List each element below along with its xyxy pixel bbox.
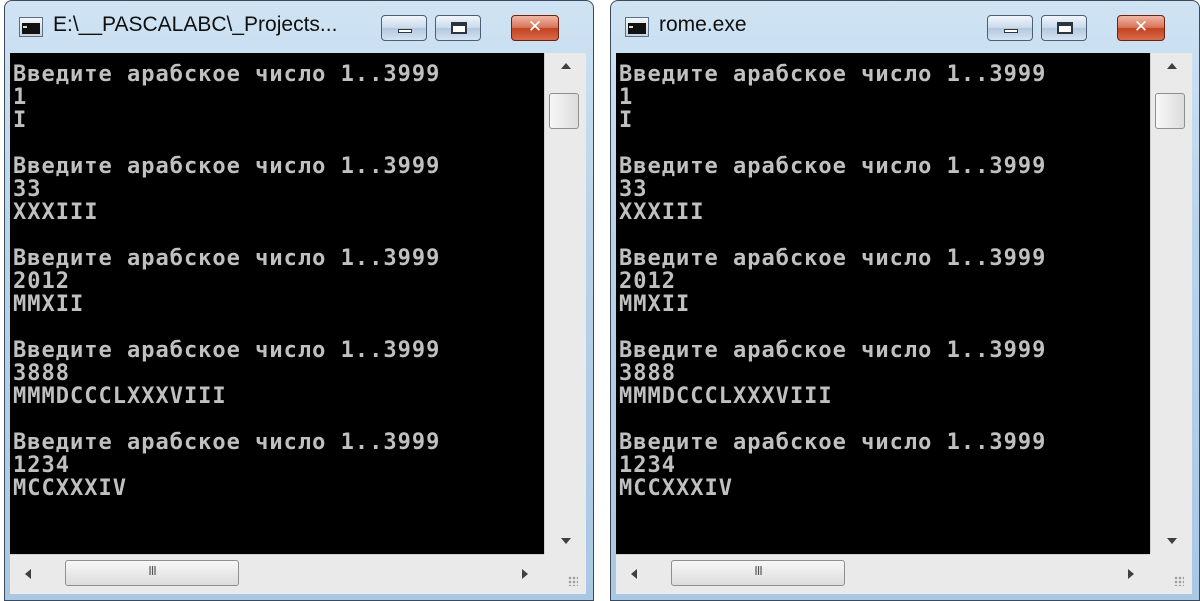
console-window-left: E:\__PASCALABC\_Projects... ✕ Введите ар… — [4, 0, 594, 601]
scroll-right-icon[interactable] — [504, 555, 544, 593]
console-line: MMXII — [619, 292, 691, 317]
grip-icon: III — [754, 564, 763, 578]
vertical-scrollbar[interactable] — [544, 53, 586, 554]
vertical-scrollbar[interactable] — [1150, 53, 1192, 554]
minimize-button[interactable] — [381, 15, 427, 41]
resize-grip-icon[interactable] — [544, 554, 586, 594]
console-line: 3888 — [619, 361, 676, 386]
console-line: Введите арабское число 1..3999 — [619, 154, 1047, 179]
horizontal-scroll-thumb[interactable]: III — [65, 560, 239, 586]
console-line: Введите арабское число 1..3999 — [13, 430, 441, 455]
console-line: 1 — [619, 85, 634, 110]
console-line: XXXIII — [13, 200, 99, 225]
scroll-down-icon[interactable] — [1151, 528, 1193, 554]
console-line: Введите арабское число 1..3999 — [13, 62, 441, 87]
console-line: Введите арабское число 1..3999 — [13, 246, 441, 271]
console-line: XXXIII — [619, 200, 705, 225]
maximize-icon — [451, 22, 467, 34]
vertical-scroll-thumb[interactable] — [1155, 93, 1185, 129]
console-line: 1234 — [13, 453, 70, 478]
horizontal-scrollbar[interactable]: III — [616, 554, 1150, 594]
console-line: MMXII — [13, 292, 85, 317]
maximize-icon — [1057, 22, 1073, 34]
scroll-left-icon[interactable] — [616, 555, 656, 593]
console-window-right: rome.exe ✕ Введите арабское число 1..399… — [610, 0, 1200, 601]
close-icon: ✕ — [527, 17, 543, 37]
console-line: MMMDCCCLXXXVIII — [619, 384, 833, 409]
close-button[interactable]: ✕ — [511, 15, 559, 41]
console-line: 2012 — [619, 269, 676, 294]
console-line: Введите арабское число 1..3999 — [619, 246, 1047, 271]
window-title: E:\__PASCALABC\_Projects... — [53, 13, 338, 36]
title-bar[interactable]: rome.exe ✕ — [611, 1, 1199, 53]
minimize-button[interactable] — [987, 15, 1033, 41]
console-line: MCCXXXIV — [619, 476, 733, 501]
console-output[interactable]: Введите арабское число 1..3999 1 I Введите … — [10, 53, 544, 554]
console-lines: Введите арабское число 1..3999 1 I Введите … — [616, 53, 1150, 500]
scroll-up-icon[interactable] — [545, 53, 587, 79]
horizontal-scroll-thumb[interactable]: III — [671, 560, 845, 586]
title-bar[interactable]: E:\__PASCALABC\_Projects... ✕ — [5, 1, 593, 53]
scroll-down-icon[interactable] — [545, 528, 587, 554]
console-line: 3888 — [13, 361, 70, 386]
close-button[interactable]: ✕ — [1117, 15, 1165, 41]
console-line: Введите арабское число 1..3999 — [619, 62, 1047, 87]
console-app-icon[interactable] — [625, 17, 649, 37]
maximize-button[interactable] — [435, 15, 481, 41]
console-line: Введите арабское число 1..3999 — [13, 154, 441, 179]
maximize-button[interactable] — [1041, 15, 1087, 41]
vertical-scroll-thumb[interactable] — [549, 93, 579, 129]
console-line: 1 — [13, 85, 28, 110]
console-line: MCCXXXIV — [13, 476, 127, 501]
minimize-icon — [398, 29, 412, 33]
console-line: MMMDCCCLXXXVIII — [13, 384, 227, 409]
window-title: rome.exe — [659, 13, 747, 36]
scroll-up-icon[interactable] — [1151, 53, 1193, 79]
console-line: 2012 — [13, 269, 70, 294]
horizontal-scrollbar[interactable]: III — [10, 554, 544, 594]
console-line: Введите арабское число 1..3999 — [13, 338, 441, 363]
close-icon: ✕ — [1133, 17, 1149, 37]
scroll-left-icon[interactable] — [10, 555, 50, 593]
console-line: Введите арабское число 1..3999 — [619, 430, 1047, 455]
console-line: 33 — [13, 177, 42, 202]
console-line: I — [619, 108, 634, 133]
console-line: 33 — [619, 177, 648, 202]
console-line: Введите арабское число 1..3999 — [619, 338, 1047, 363]
minimize-icon — [1004, 29, 1018, 33]
console-app-icon[interactable] — [19, 17, 43, 37]
console-line: 1234 — [619, 453, 676, 478]
console-output[interactable]: Введите арабское число 1..3999 1 I Введите … — [616, 53, 1150, 554]
scroll-right-icon[interactable] — [1110, 555, 1150, 593]
grip-icon: III — [148, 564, 157, 578]
console-lines: Введите арабское число 1..3999 1 I Введите … — [10, 53, 544, 500]
console-line: I — [13, 108, 28, 133]
resize-grip-icon[interactable] — [1150, 554, 1192, 594]
